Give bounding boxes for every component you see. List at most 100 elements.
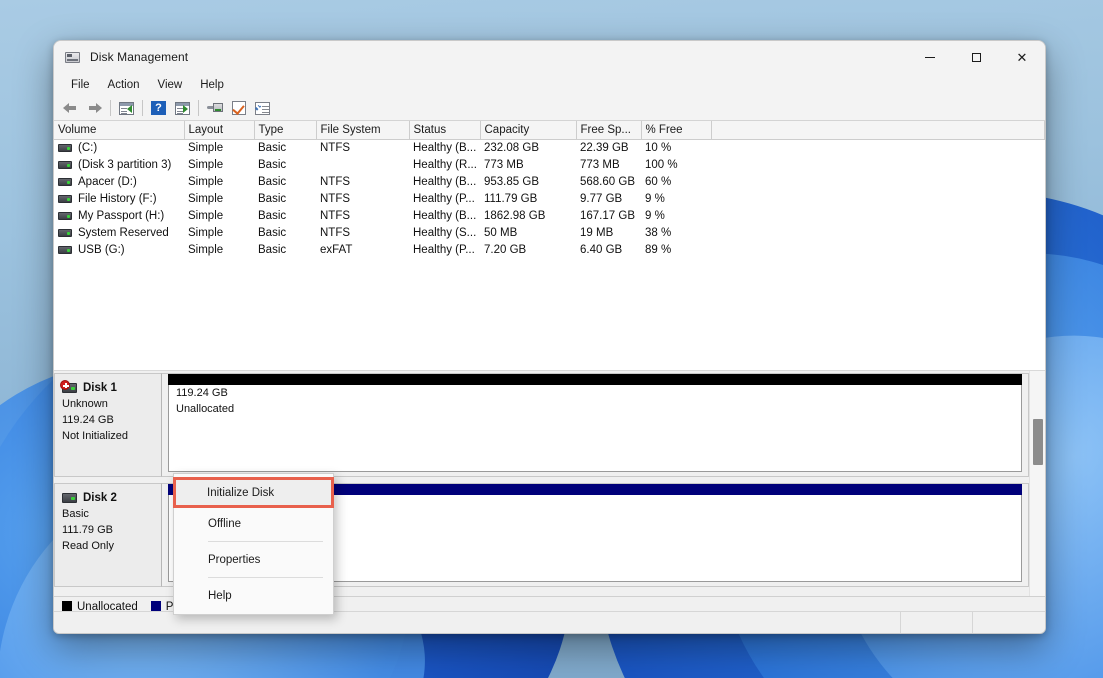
context-menu-separator-2: [208, 577, 323, 578]
cell-volume: My Passport (H:): [54, 207, 184, 224]
context-menu-label-initialize-disk: Initialize Disk: [207, 486, 275, 499]
cell-layout: Simple: [188, 158, 224, 171]
menubar: File Action View Help: [54, 73, 1045, 96]
cell-capacity: 50 MB: [484, 226, 518, 239]
column-header-type[interactable]: Type: [254, 121, 317, 140]
cell-percent-free: 38 %: [645, 226, 672, 239]
volume-table-header-row: Volume Layout Type File System Status Ca…: [54, 121, 1045, 140]
disk-1-partition-unallocated[interactable]: 119.24 GB Unallocated: [168, 374, 1022, 472]
cell-type: Basic: [258, 192, 287, 205]
menu-help[interactable]: Help: [191, 77, 233, 93]
menu-view[interactable]: View: [149, 77, 192, 93]
disk-icon: [62, 493, 77, 503]
disk-1-type: Unknown: [62, 398, 108, 410]
cell-status: Healthy (P...: [413, 192, 475, 205]
maximize-button[interactable]: [953, 41, 999, 73]
cell-volume: (C:): [54, 139, 184, 156]
disk-panel-scrollbar[interactable]: [1029, 371, 1045, 596]
back-button[interactable]: [59, 98, 82, 119]
table-row[interactable]: Apacer (D:) Simple Basic NTFS Healthy (B…: [54, 173, 1045, 190]
menu-file[interactable]: File: [62, 77, 99, 93]
disk-2-header[interactable]: Disk 2 Basic 111.79 GB Read Only: [54, 483, 162, 587]
cell-capacity: 953.85 GB: [484, 175, 539, 188]
scrollbar-thumb[interactable]: [1033, 419, 1043, 465]
cell-file-system: NTFS: [320, 226, 351, 239]
column-header-layout[interactable]: Layout: [184, 121, 255, 140]
cell-volume: Apacer (D:): [54, 173, 184, 190]
close-icon: ✕: [1016, 49, 1028, 65]
column-header-volume[interactable]: Volume: [54, 121, 185, 140]
show-action-pane-icon: [175, 101, 190, 115]
cell-free-space: 773 MB: [580, 158, 620, 171]
cell-volume: (Disk 3 partition 3): [54, 156, 184, 173]
cell-layout: Simple: [188, 243, 224, 256]
table-row[interactable]: (Disk 3 partition 3) Simple Basic Health…: [54, 156, 1045, 173]
column-header-percent-free[interactable]: % Free: [641, 121, 712, 140]
disk-1-partition-label: Unallocated: [176, 403, 235, 415]
disk-1-header[interactable]: Disk 1 Unknown 119.24 GB Not Initialized: [54, 373, 162, 477]
cell-file-system: NTFS: [320, 209, 351, 222]
cell-layout: Simple: [188, 209, 224, 222]
context-menu-item-properties[interactable]: Properties: [174, 544, 333, 575]
volume-label: File History (F:): [78, 192, 157, 205]
help-button[interactable]: ?: [147, 98, 170, 119]
check-button[interactable]: [227, 98, 250, 119]
toolbar-separator-2: [142, 100, 143, 116]
column-header-free-space[interactable]: Free Sp...: [576, 121, 642, 140]
table-row[interactable]: My Passport (H:) Simple Basic NTFS Healt…: [54, 207, 1045, 224]
show-action-pane-button[interactable]: [171, 98, 194, 119]
disk-2-state: Read Only: [62, 540, 114, 552]
cell-volume: File History (F:): [54, 190, 184, 207]
disk-1-body: 119.24 GB Unallocated: [162, 373, 1029, 477]
minimize-button[interactable]: [907, 41, 953, 73]
cell-capacity: 1862.98 GB: [484, 209, 546, 222]
cell-file-system: NTFS: [320, 192, 351, 205]
cell-filler: [711, 241, 1045, 258]
drive-icon: [58, 211, 72, 220]
cell-free-space: 6.40 GB: [580, 243, 623, 256]
disk-row-1[interactable]: Disk 1 Unknown 119.24 GB Not Initialized…: [54, 373, 1029, 477]
context-menu-item-initialize-disk[interactable]: Initialize Disk: [173, 477, 334, 508]
cell-filler: [711, 207, 1045, 224]
disk-2-title-row: Disk 2: [62, 490, 154, 506]
cell-filler: [711, 156, 1045, 173]
volume-label: (Disk 3 partition 3): [78, 158, 172, 171]
close-button[interactable]: ✕: [999, 41, 1045, 73]
cell-type: Basic: [258, 209, 287, 222]
properties-list-button[interactable]: [251, 98, 274, 119]
table-row[interactable]: System Reserved Simple Basic NTFS Health…: [54, 224, 1045, 241]
column-header-capacity[interactable]: Capacity: [480, 121, 577, 140]
forward-button[interactable]: [83, 98, 106, 119]
cell-layout: Simple: [188, 226, 224, 239]
window-title: Disk Management: [90, 50, 189, 64]
cell-status: Healthy (P...: [413, 243, 475, 256]
cell-status: Healthy (S...: [413, 226, 477, 239]
table-row[interactable]: (C:) Simple Basic NTFS Healthy (B... 232…: [54, 139, 1045, 156]
volume-label: My Passport (H:): [78, 209, 165, 222]
cell-free-space: 568.60 GB: [580, 175, 635, 188]
context-menu-label-offline: Offline: [208, 517, 242, 530]
context-menu-item-offline[interactable]: Offline: [174, 508, 333, 539]
disk-1-partition-colorbar: [168, 374, 1022, 385]
cell-filler: [711, 190, 1045, 207]
context-menu-item-help[interactable]: Help: [174, 580, 333, 611]
drive-icon: [58, 194, 72, 203]
up-one-level-button[interactable]: [115, 98, 138, 119]
volume-label: System Reserved: [78, 226, 169, 239]
column-header-status[interactable]: Status: [409, 121, 481, 140]
menu-action[interactable]: Action: [99, 77, 149, 93]
drive-icon: [58, 245, 72, 254]
cell-percent-free: 100 %: [645, 158, 678, 171]
column-header-file-system[interactable]: File System: [316, 121, 410, 140]
cell-layout: Simple: [188, 175, 224, 188]
cell-percent-free: 10 %: [645, 141, 672, 154]
cell-filler: [711, 224, 1045, 241]
cell-volume: USB (G:): [54, 241, 184, 258]
table-row[interactable]: File History (F:) Simple Basic NTFS Heal…: [54, 190, 1045, 207]
disk-error-icon: [60, 380, 77, 393]
cell-status: Healthy (R...: [413, 158, 477, 171]
table-row[interactable]: USB (G:) Simple Basic exFAT Healthy (P..…: [54, 241, 1045, 258]
window-titlebar[interactable]: Disk Management ✕: [54, 41, 1045, 73]
column-header-filler[interactable]: [711, 121, 1045, 140]
rescan-disks-button[interactable]: [203, 98, 226, 119]
